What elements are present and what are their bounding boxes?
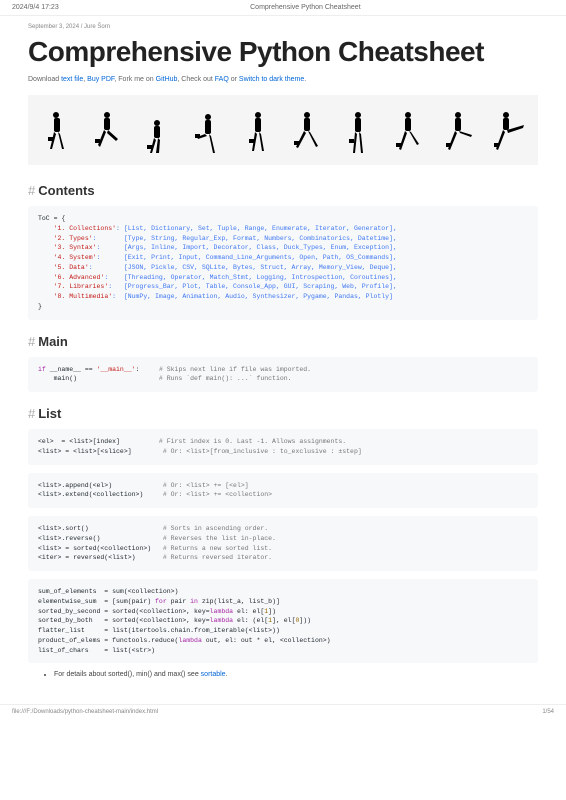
page-title: Comprehensive Python Cheatsheet	[28, 36, 538, 68]
browser-footer: file:///F:/Downloads/python-cheatsheet-m…	[0, 704, 566, 719]
list-code-block-4: sum_of_elements = sum(<collection>) elem…	[28, 579, 538, 663]
browser-datetime: 2024/9/4 17:23	[12, 4, 59, 11]
subtitle: Download text file, Buy PDF, Fork me on …	[28, 76, 538, 83]
heading-list: #List	[28, 406, 538, 421]
meta-date-author: September 3, 2024 / Jure Šorn	[28, 24, 538, 30]
list-code-block-1: <el> = <list>[index] # First index is 0.…	[28, 429, 538, 465]
footer-path: file:///F:/Downloads/python-cheatsheet-m…	[12, 709, 158, 715]
heading-main: #Main	[28, 334, 538, 349]
footer-page: 1/54	[542, 709, 554, 715]
walker-icon	[142, 109, 172, 159]
walker-icon	[494, 109, 524, 159]
heading-contents: #Contents	[28, 183, 538, 198]
walker-icon	[42, 109, 72, 159]
walker-icon	[444, 109, 474, 159]
link-github[interactable]: GitHub	[156, 76, 178, 83]
walker-icon	[343, 109, 373, 159]
link-dark-theme[interactable]: Switch to dark theme	[239, 76, 304, 83]
browser-header: 2024/9/4 17:23 Comprehensive Python Chea…	[0, 0, 566, 16]
walker-icon	[393, 109, 423, 159]
link-text-file[interactable]: text file	[61, 76, 83, 83]
list-code-block-3: <list>.sort() # Sorts in ascending order…	[28, 516, 538, 571]
note-list: For details about sorted(), min() and ma…	[54, 671, 538, 678]
monty-python-silly-walks-image	[28, 95, 538, 165]
walker-icon	[243, 109, 273, 159]
toc-code-block: ToC = { '1. Collections': [List, Diction…	[28, 206, 538, 320]
page-content: September 3, 2024 / Jure Šorn Comprehens…	[0, 16, 566, 704]
browser-tab-title: Comprehensive Python Cheatsheet	[250, 4, 361, 11]
link-buy-pdf[interactable]: Buy PDF	[87, 76, 114, 83]
note-item: For details about sorted(), min() and ma…	[54, 671, 538, 678]
spacer	[552, 4, 554, 11]
list-code-block-2: <list>.append(<el>) # Or: <list> += [<el…	[28, 473, 538, 509]
link-faq[interactable]: FAQ	[215, 76, 229, 83]
walker-icon	[293, 109, 323, 159]
walker-icon	[92, 109, 122, 159]
walker-icon	[193, 109, 223, 159]
link-sortable[interactable]: sortable	[201, 671, 226, 678]
main-code-block: if __name__ == '__main__': # Skips next …	[28, 357, 538, 393]
